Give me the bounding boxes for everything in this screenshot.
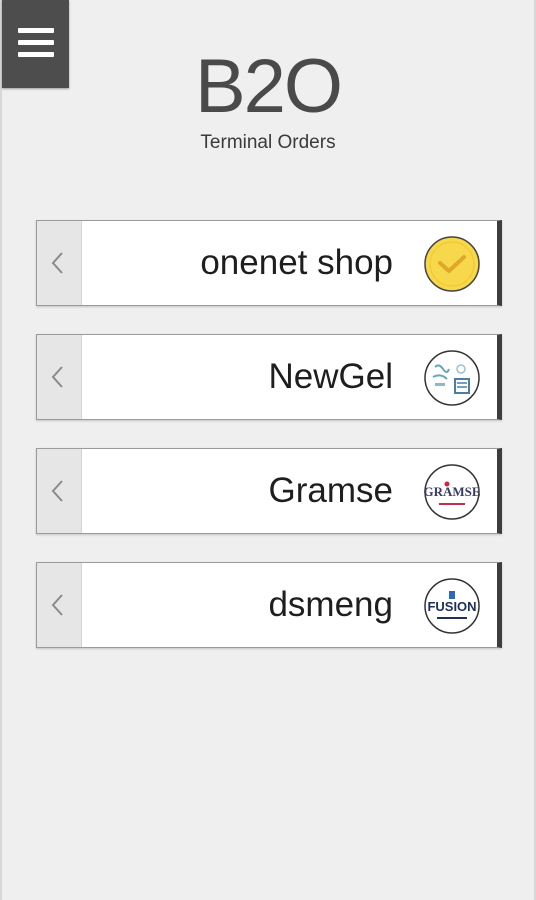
check-selected-icon <box>424 236 480 292</box>
row-handle[interactable] <box>37 563 82 647</box>
chevron-left-icon <box>51 252 63 274</box>
shop-name: Gramse <box>268 471 393 510</box>
chevron-left-icon <box>51 366 63 388</box>
chevron-left-icon <box>51 480 63 502</box>
row-handle[interactable] <box>37 221 82 305</box>
row-handle[interactable] <box>37 449 82 533</box>
fusion-logo-icon: FUSION <box>424 578 480 634</box>
app-logo: B2O <box>194 44 343 129</box>
shop-name: dsmeng <box>268 585 393 624</box>
shop-row-dsmeng[interactable]: dsmeng FUSION <box>36 562 502 648</box>
shop-row-newgel[interactable]: NewGel <box>36 334 502 420</box>
svg-text:FUSION: FUSION <box>427 599 476 614</box>
newgel-logo-icon <box>424 350 480 406</box>
shop-name: NewGel <box>268 357 393 396</box>
app-subtitle: Terminal Orders <box>200 132 336 153</box>
gramse-logo-icon: GRAMSE <box>423 464 481 520</box>
row-handle[interactable] <box>37 335 82 419</box>
svg-text:GRAMSE: GRAMSE <box>423 484 480 499</box>
chevron-left-icon <box>51 594 63 616</box>
shop-row-gramse[interactable]: Gramse GRAMSE <box>36 448 502 534</box>
shop-row-onenet-shop[interactable]: onenet shop <box>36 220 502 306</box>
shop-name: onenet shop <box>200 243 393 282</box>
